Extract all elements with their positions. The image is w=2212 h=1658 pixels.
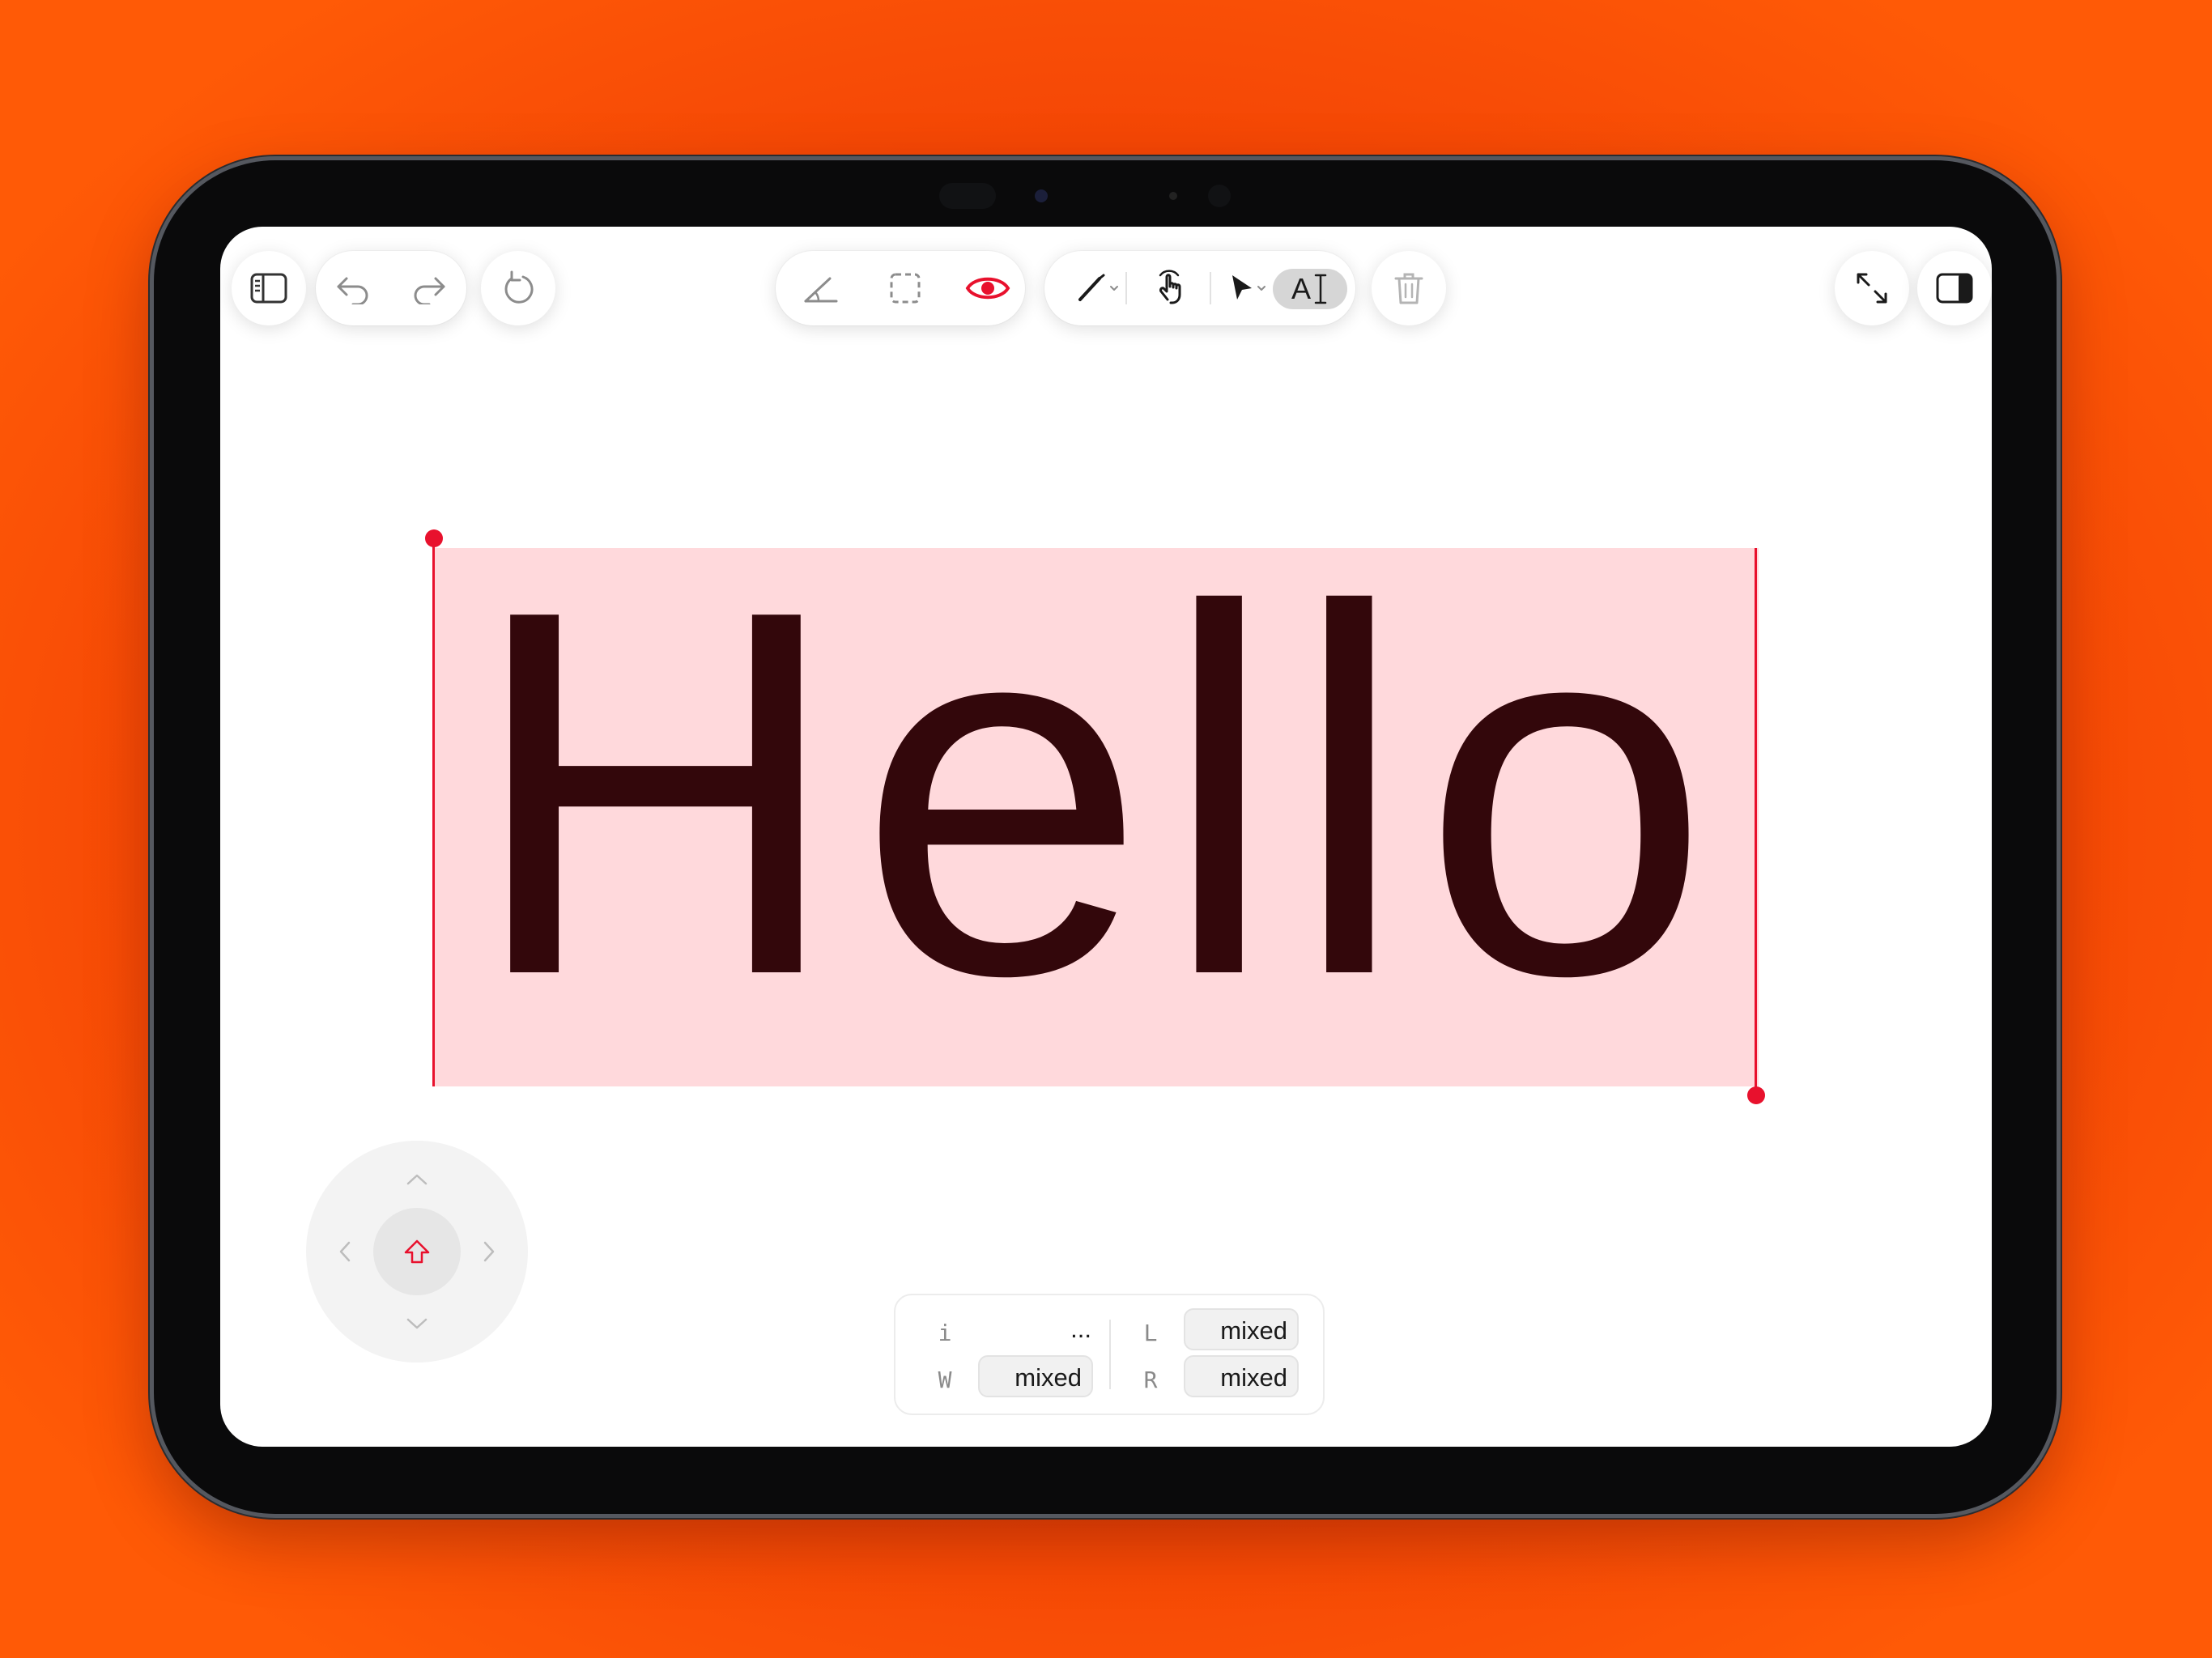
expand-icon: [1857, 273, 1887, 304]
text-cursor-icon: [1314, 274, 1327, 304]
canvas-text[interactable]: Hello: [434, 510, 1759, 1077]
dashed-rect-icon: [890, 273, 921, 304]
panel-divider: [1109, 1320, 1111, 1389]
sensor-dot: [1169, 192, 1177, 200]
sidebar-right-icon: [1936, 273, 1973, 304]
sidebar-left-icon: [250, 273, 287, 304]
width-label: W: [938, 1367, 952, 1393]
rotate-ccw-icon: [504, 270, 534, 304]
camera-housing: [939, 181, 1247, 210]
pen-icon: [1078, 274, 1118, 301]
text-tool-label: A: [1291, 272, 1311, 305]
app-screen: A Hello i ... W mixed L mixed R mixed: [220, 227, 1992, 1447]
reset-button[interactable]: [481, 251, 555, 325]
undo-button[interactable]: [316, 251, 390, 325]
right-field[interactable]: mixed: [1184, 1355, 1299, 1397]
visibility-button[interactable]: [951, 251, 1025, 325]
width-field[interactable]: mixed: [978, 1355, 1093, 1397]
right-label: R: [1143, 1367, 1158, 1393]
selection-end-caret: [1755, 548, 1757, 1095]
left-field[interactable]: mixed: [1184, 1308, 1299, 1350]
properties-panel: i ... W mixed L mixed R mixed: [894, 1294, 1325, 1415]
sensor-ring: [1208, 185, 1231, 207]
chevron-right-icon: [483, 1241, 495, 1262]
eye-icon: [965, 277, 1010, 300]
info-label: i: [938, 1320, 952, 1346]
nudge-up-button[interactable]: [401, 1163, 433, 1196]
chevron-left-icon: [339, 1241, 351, 1262]
toolbar-separator: [1125, 272, 1127, 304]
shift-arrow-icon: [404, 1239, 430, 1264]
trash-icon: [1394, 273, 1423, 304]
nudge-down-button[interactable]: [401, 1307, 433, 1340]
sidebar-toggle-button[interactable]: [232, 251, 306, 325]
info-value: ...: [1070, 1315, 1091, 1343]
angle-icon: [804, 277, 838, 303]
inspector-toggle-button[interactable]: [1917, 251, 1992, 325]
chevron-up-icon: [406, 1174, 428, 1185]
redo-icon: [414, 277, 445, 304]
hand-tool-button[interactable]: [1134, 251, 1208, 325]
nudge-left-button[interactable]: [329, 1235, 361, 1268]
shift-toggle-button[interactable]: [373, 1208, 461, 1295]
left-label: L: [1143, 1320, 1158, 1346]
chevron-down-icon: [406, 1318, 428, 1329]
nudge-dpad[interactable]: [306, 1141, 528, 1363]
arrow-cursor-icon: [1232, 275, 1266, 300]
hand-pointer-icon: [1159, 270, 1181, 304]
fullscreen-button[interactable]: [1835, 251, 1909, 325]
angle-tool-button[interactable]: [784, 251, 858, 325]
undo-icon: [337, 277, 368, 304]
front-camera-icon: [1035, 189, 1048, 202]
selection-start-caret: [432, 541, 435, 1086]
redo-button[interactable]: [392, 251, 466, 325]
text-tool-button[interactable]: A: [1273, 269, 1347, 309]
marquee-select-button[interactable]: [868, 251, 942, 325]
delete-button[interactable]: [1372, 251, 1446, 325]
camera-lens: [939, 183, 996, 209]
selection-end-handle[interactable]: [1747, 1086, 1765, 1104]
nudge-right-button[interactable]: [473, 1235, 505, 1268]
selection-start-handle[interactable]: [425, 529, 443, 547]
